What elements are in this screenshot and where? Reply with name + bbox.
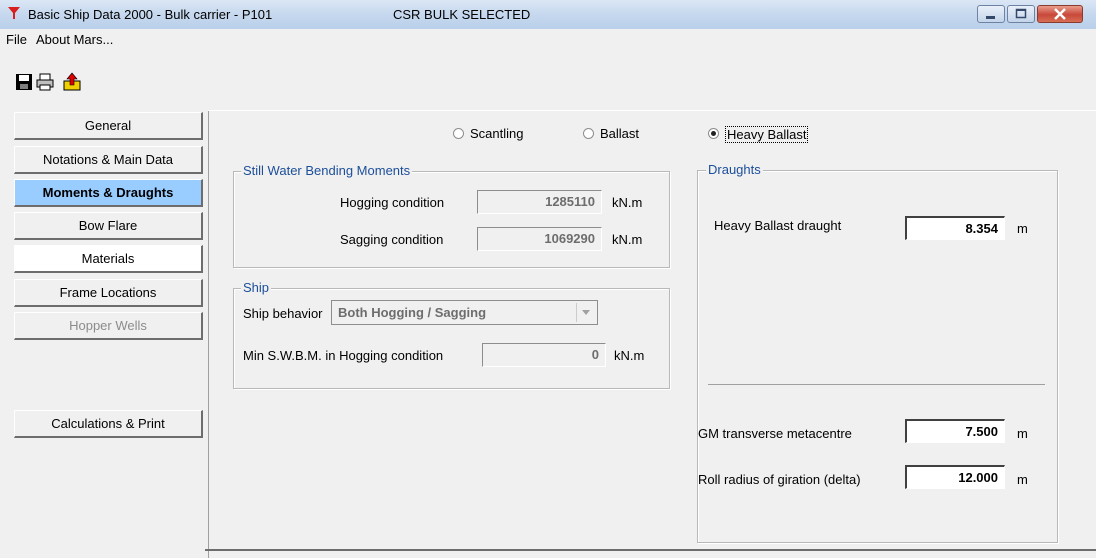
nav-hopper-wells: Hopper Wells — [14, 312, 203, 340]
export-button[interactable] — [62, 72, 82, 92]
roll-radius-unit: m — [1017, 472, 1028, 487]
export-icon — [63, 72, 81, 91]
maximize-button[interactable] — [1007, 5, 1035, 23]
ship-behavior-value: Both Hogging / Sagging — [338, 305, 487, 320]
ship-behavior-select: Both Hogging / Sagging — [331, 300, 598, 325]
hb-draught-input[interactable]: 8.354 — [905, 216, 1005, 240]
nav-notations-main-data[interactable]: Notations & Main Data — [14, 146, 203, 174]
hb-draught-label: Heavy Ballast draught — [714, 218, 842, 233]
nav-materials[interactable]: Materials — [14, 245, 203, 273]
radio-scantling-label: Scantling — [470, 126, 524, 141]
maximize-icon — [1015, 8, 1027, 19]
sagging-field: 1069290 — [477, 227, 602, 251]
menu-file[interactable]: File — [6, 32, 27, 47]
sagging-unit: kN.m — [612, 232, 643, 247]
min-swbm-field: 0 — [482, 343, 606, 367]
radio-scantling-indicator — [453, 128, 464, 139]
swbm-group-title: Still Water Bending Moments — [241, 163, 413, 178]
radio-ballast-label: Ballast — [600, 126, 640, 141]
save-icon — [16, 74, 32, 90]
ship-group-title: Ship — [241, 280, 272, 295]
minimize-button[interactable] — [977, 5, 1005, 23]
nav-general[interactable]: General — [14, 112, 203, 140]
hb-draught-unit: m — [1017, 221, 1028, 236]
hogging-field: 1285110 — [477, 190, 602, 214]
radio-heavy-ballast-label: Heavy Ballast — [725, 126, 809, 143]
toolbar — [0, 50, 1096, 106]
nav-bow-flare[interactable]: Bow Flare — [14, 212, 203, 240]
roll-radius-input[interactable]: 12.000 — [905, 465, 1005, 489]
print-button[interactable] — [35, 72, 55, 92]
title-bar: Basic Ship Data 2000 - Bulk carrier - P1… — [0, 0, 1096, 30]
close-button[interactable] — [1037, 5, 1083, 23]
menu-bar: File About Mars... — [0, 29, 1096, 50]
radio-heavy-ballast-indicator — [708, 128, 719, 139]
app-icon — [8, 7, 20, 19]
gm-input[interactable]: 7.500 — [905, 419, 1005, 443]
minimize-icon — [986, 16, 995, 19]
radio-ballast-indicator — [583, 128, 594, 139]
draughts-group-title: Draughts — [706, 162, 763, 177]
nav-frame-locations[interactable]: Frame Locations — [14, 279, 203, 307]
hogging-label: Hogging condition — [340, 195, 445, 210]
min-swbm-label: Min S.W.B.M. in Hogging condition — [243, 348, 444, 363]
save-button[interactable] — [14, 72, 34, 92]
nav-calculations-print[interactable]: Calculations & Print — [14, 410, 203, 438]
print-icon — [36, 73, 54, 91]
main-top-divider — [208, 110, 1096, 111]
gm-label: GM transverse metacentre — [698, 426, 852, 441]
window-title: Basic Ship Data 2000 - Bulk carrier - P1… — [28, 7, 273, 22]
nav-moments-draughts[interactable]: Moments & Draughts — [14, 179, 203, 207]
ship-behavior-label: Ship behavior — [243, 306, 323, 321]
main-bottom-divider — [205, 549, 1096, 551]
close-icon — [1054, 8, 1066, 20]
gm-unit: m — [1017, 426, 1028, 441]
hogging-unit: kN.m — [612, 195, 643, 210]
sagging-label: Sagging condition — [340, 232, 444, 247]
chevron-down-icon — [576, 303, 595, 322]
menu-about[interactable]: About Mars... — [36, 32, 113, 47]
draughts-separator — [708, 384, 1045, 385]
roll-radius-label: Roll radius of giration (delta) — [698, 472, 861, 487]
window-status: CSR BULK SELECTED — [393, 7, 531, 22]
min-swbm-unit: kN.m — [614, 348, 645, 363]
swbm-group — [233, 171, 670, 268]
